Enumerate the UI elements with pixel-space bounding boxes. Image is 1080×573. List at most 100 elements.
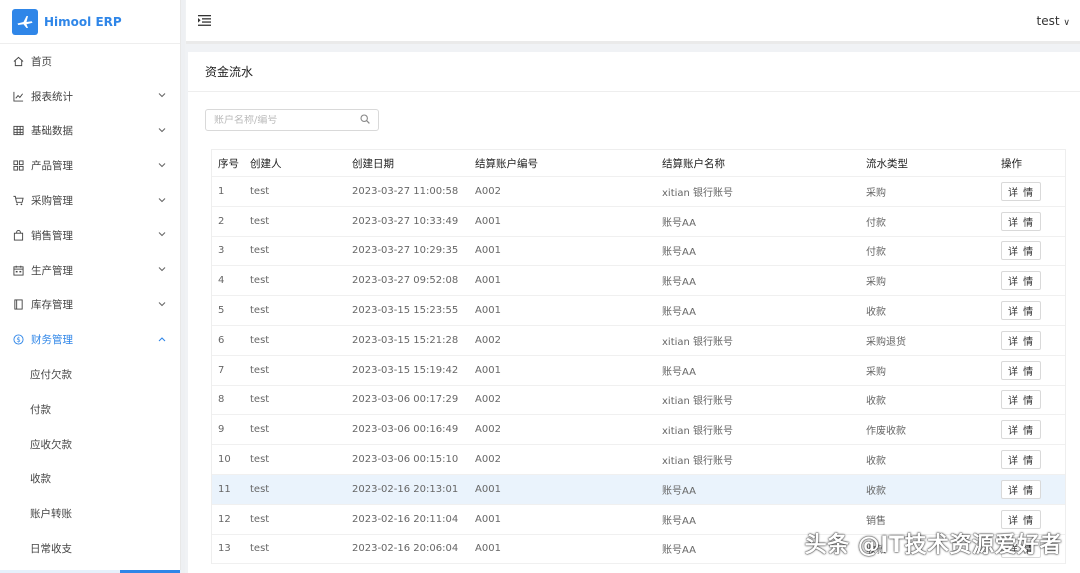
cell-action: 详 情 (1001, 211, 1051, 231)
cell-date: 2023-03-15 15:19:42 (352, 364, 459, 376)
sidebar-item[interactable]: $ 财务管理 (0, 322, 180, 357)
cell-date: 2023-03-27 10:33:49 (352, 215, 459, 227)
cell-date: 2023-02-16 20:06:04 (352, 543, 459, 555)
cell-acct-no: A002 (475, 394, 501, 406)
column-header[interactable]: 结算账户编号 (475, 156, 662, 171)
column-header: 操作 (1001, 157, 1022, 170)
sidebar-subitem[interactable]: 日常收支 (0, 531, 180, 566)
sidebar-item-label: 产品管理 (31, 160, 73, 173)
detail-button[interactable]: 详 情 (1001, 301, 1042, 321)
column-header[interactable]: 序号 (212, 156, 244, 171)
sidebar-subitem[interactable]: 应收欠款 (0, 427, 180, 462)
table-row[interactable]: 7 test 2023-03-15 15:19:42 A001 账号AA 采购 详 情 (212, 356, 1065, 386)
sidebar-item-label: 财务管理 (31, 334, 73, 347)
detail-button[interactable]: 详 情 (1001, 181, 1042, 201)
cell-no: 8 (218, 394, 225, 406)
table-row[interactable]: 10 test 2023-03-06 00:15:10 A002 xitian 银行账号… (212, 445, 1065, 475)
cell-creator: test (250, 215, 270, 227)
chart-line-icon (12, 90, 24, 102)
cell-action: 详 情 (1001, 301, 1051, 321)
sidebar-item-label: 生产管理 (31, 264, 73, 277)
sidebar-subitem[interactable]: 付款 (0, 392, 180, 427)
cell-action: 详 情 (1001, 420, 1051, 440)
cell-creator: test (250, 483, 270, 495)
detail-button[interactable]: 详 情 (1001, 360, 1042, 380)
cell-action: 详 情 (1001, 181, 1051, 201)
sidebar-item[interactable]: 产品管理 (0, 148, 180, 183)
cell-creator: test (250, 454, 270, 466)
sidebar-item[interactable]: 销售管理 (0, 218, 180, 253)
cell-acct-no: A001 (475, 364, 501, 376)
detail-button[interactable]: 详 情 (1001, 241, 1042, 261)
detail-button[interactable]: 详 情 (1001, 479, 1042, 499)
cell-creator: test (250, 275, 270, 287)
table-row[interactable]: 5 test 2023-03-15 15:23:55 A001 账号AA 收款 详 情 (212, 296, 1065, 326)
sidebar-item-label: 首页 (31, 55, 52, 68)
sidebar-subitem[interactable]: 应付欠款 (0, 357, 180, 392)
column-header[interactable]: 结算账户名称 (662, 156, 866, 171)
table-row[interactable]: 8 test 2023-03-06 00:17:29 A002 xitian 银行账号 收… (212, 386, 1065, 416)
cell-type: 付款 (866, 247, 886, 259)
sidebar-item[interactable]: 库存管理 (0, 288, 180, 323)
sidebar-item[interactable]: 报表统计 (0, 79, 180, 114)
cell-no: 12 (218, 513, 231, 525)
brand[interactable]: Himool ERP (0, 0, 180, 44)
cell-acct-no: A002 (475, 185, 501, 197)
sidebar: Himool ERP 首页报表统计 基础数据产品管理采购管理销售管理生产管理库存管… (0, 0, 181, 573)
search-icon[interactable] (360, 113, 370, 127)
sidebar-item[interactable]: 基础数据 (0, 114, 180, 149)
detail-button[interactable]: 详 情 (1001, 450, 1042, 470)
sidebar-subitem[interactable]: 账户转账 (0, 496, 180, 531)
book-icon (12, 299, 24, 311)
cell-date: 2023-03-15 15:21:28 (352, 334, 459, 346)
table-row[interactable]: 6 test 2023-03-15 15:21:28 A002 xitian 银行账号 采… (212, 326, 1065, 356)
table-row[interactable]: 2 test 2023-03-27 10:33:49 A001 账号AA 付款 详 情 (212, 207, 1065, 237)
table-row[interactable]: 4 test 2023-03-27 09:52:08 A001 账号AA 采购 详 情 (212, 266, 1065, 297)
cell-type: 作废收款 (866, 426, 906, 438)
cell-date: 2023-03-27 09:52:08 (352, 275, 459, 287)
svg-text:$: $ (16, 336, 20, 344)
cell-date: 2023-03-27 10:29:35 (352, 245, 459, 257)
sidebar-divider (181, 0, 185, 573)
menu-fold-icon[interactable] (198, 15, 211, 26)
column-header[interactable]: 创建人 (244, 156, 352, 171)
table-row[interactable]: 11 test 2023-02-16 20:13:01 A001 账号AA 收款 详 情 (212, 474, 1065, 505)
column-header[interactable]: 流水类型 (866, 156, 1001, 171)
table-row[interactable]: 1 test 2023-03-27 11:00:58 A002 xitian 银行账号 采… (212, 177, 1065, 207)
search-box[interactable] (205, 109, 379, 131)
sidebar-item-label: 销售管理 (31, 229, 73, 242)
search-input[interactable] (214, 114, 360, 126)
cell-acct-no: A001 (475, 305, 501, 317)
cell-no: 2 (218, 215, 225, 227)
user-menu[interactable]: test ∨ (1037, 14, 1070, 28)
table-row[interactable]: 3 test 2023-03-27 10:29:35 A001 账号AA 付款 详 情 (212, 237, 1065, 267)
chevron-down-icon (158, 230, 166, 240)
cell-acct-name: xitian 银行账号 (662, 187, 734, 199)
detail-button[interactable]: 详 情 (1001, 420, 1042, 440)
table-row[interactable]: 9 test 2023-03-06 00:16:49 A002 xitian 银行账号 作… (212, 415, 1065, 446)
chevron-down-icon: ∨ (1063, 17, 1070, 28)
sidebar-item[interactable]: 首页 (0, 44, 180, 79)
cell-acct-no: A001 (475, 245, 501, 257)
detail-button[interactable]: 详 情 (1001, 509, 1042, 529)
chevron-down-icon (158, 300, 166, 310)
detail-button[interactable]: 详 情 (1001, 330, 1042, 350)
cell-creator: test (250, 394, 270, 406)
sidebar-item[interactable]: 生产管理 (0, 253, 180, 288)
detail-button[interactable]: 详 情 (1001, 390, 1042, 410)
cell-action: 详 情 (1001, 390, 1051, 410)
home-icon (12, 55, 24, 67)
cell-no: 13 (218, 543, 231, 555)
airplane-logo-icon (12, 8, 38, 35)
sidebar-subitem[interactable]: 收款 (0, 462, 180, 497)
column-header[interactable]: 创建日期 (352, 156, 475, 171)
cell-date: 2023-03-06 00:15:10 (352, 454, 459, 466)
sidebar-item[interactable]: 采购管理 (0, 183, 180, 218)
cell-action: 详 情 (1001, 241, 1051, 261)
detail-button[interactable]: 详 情 (1001, 271, 1042, 291)
cell-action: 详 情 (1001, 271, 1051, 291)
cell-date: 2023-03-06 00:17:29 (352, 394, 459, 406)
brand-name: Himool ERP (44, 14, 122, 29)
detail-button[interactable]: 详 情 (1001, 211, 1042, 231)
page-title: 资金流水 (188, 52, 1080, 92)
